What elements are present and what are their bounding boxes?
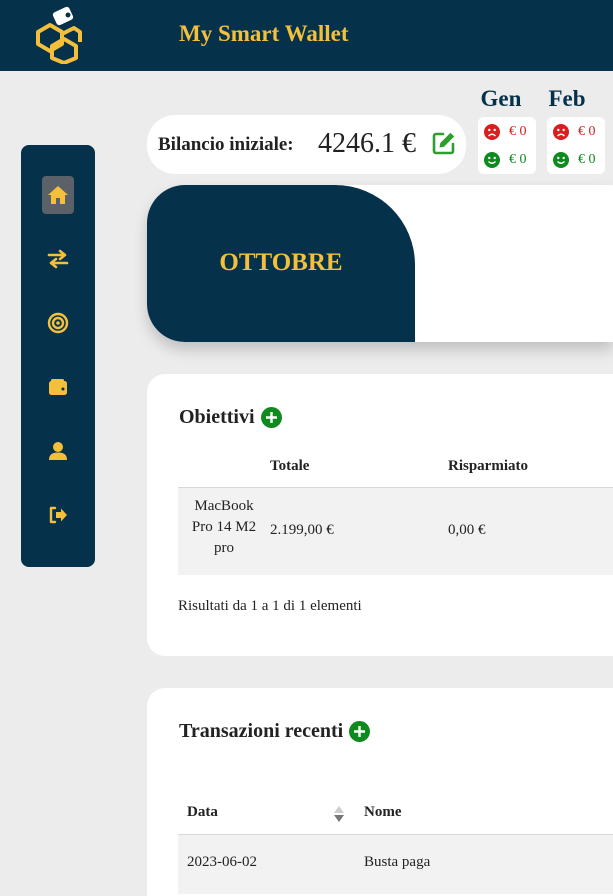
target-icon (47, 312, 69, 334)
month-income: € 0 (509, 152, 527, 167)
month-income-row: € 0 (553, 152, 596, 168)
user-icon (49, 442, 67, 460)
goals-col-total[interactable]: Totale (270, 458, 309, 475)
current-month-tab[interactable]: OTTOBRE (147, 185, 415, 342)
nav-home[interactable] (42, 176, 74, 214)
month-expense: € 0 (578, 124, 596, 139)
goals-title: Obiettivi (179, 406, 255, 428)
current-month-label: OTTOBRE (219, 249, 343, 276)
sad-face-icon (484, 124, 500, 140)
table-row[interactable]: 2023-06-02 Busta paga (178, 834, 613, 894)
month-box: € 0 € 0 (478, 117, 536, 174)
goals-title-row: Obiettivi (179, 406, 282, 429)
month-name: Feb (548, 86, 586, 111)
goal-total: 2.199,00 € (270, 522, 334, 538)
happy-face-icon (484, 152, 500, 168)
home-icon (48, 186, 68, 204)
month-summary-gen[interactable]: Gen € 0 € 0 (478, 86, 536, 174)
transactions-panel: Transazioni recenti Data Nome 2023-06-02… (147, 688, 613, 896)
initial-balance-card: Bilancio iniziale: 4246.1 € (147, 115, 466, 174)
sort-icon[interactable] (333, 805, 345, 823)
wallet-icon (49, 379, 67, 395)
table-row[interactable]: MacBook Pro 14 M2 pro 2.199,00 € 0,00 € (178, 487, 613, 575)
sad-face-icon (553, 124, 569, 140)
goal-name: MacBook Pro 14 M2 pro (191, 498, 257, 556)
plus-circle-icon[interactable] (260, 407, 282, 428)
transaction-name: Busta paga (364, 854, 431, 870)
transactions-col-date[interactable]: Data (187, 804, 218, 821)
happy-face-icon (553, 152, 569, 168)
nav-profile[interactable] (42, 432, 74, 470)
month-box: € 0 € 0 (547, 117, 605, 174)
top-bar: My Smart Wallet (0, 0, 613, 71)
month-income: € 0 (578, 152, 596, 167)
month-expense-row: € 0 (553, 124, 596, 140)
nav-wallet[interactable] (42, 368, 74, 406)
transactions-title: Transazioni recenti (179, 720, 344, 742)
goals-col-saved[interactable]: Risparmiato (448, 458, 528, 475)
sidebar (21, 145, 95, 567)
month-expense: € 0 (509, 124, 527, 139)
month-summary-feb[interactable]: Feb € 0 € 0 (547, 86, 605, 174)
goals-panel: Obiettivi Totale Risparmiato MacBook Pro… (147, 374, 613, 656)
goal-saved: 0,00 € (448, 522, 486, 538)
logout-icon (49, 506, 67, 524)
edit-icon[interactable] (432, 131, 456, 155)
month-expense-row: € 0 (484, 124, 527, 140)
transactions-title-row: Transazioni recenti (179, 720, 371, 743)
goals-results-info: Risultati da 1 a 1 di 1 elementi (178, 598, 362, 614)
hexagon-wallet-logo-icon[interactable] (32, 6, 84, 64)
transfer-arrows-icon (47, 249, 69, 269)
nav-goals[interactable] (42, 304, 74, 342)
month-name: Gen (480, 86, 522, 111)
nav-logout[interactable] (42, 496, 74, 534)
transactions-col-name[interactable]: Nome (364, 804, 402, 821)
nav-transactions[interactable] (42, 240, 74, 278)
month-income-row: € 0 (484, 152, 527, 168)
app-title: My Smart Wallet (179, 21, 349, 46)
initial-balance-label: Bilancio iniziale: (158, 134, 294, 155)
initial-balance-value: 4246.1 € (318, 128, 416, 159)
transaction-date: 2023-06-02 (187, 854, 257, 870)
plus-circle-icon[interactable] (349, 721, 371, 742)
